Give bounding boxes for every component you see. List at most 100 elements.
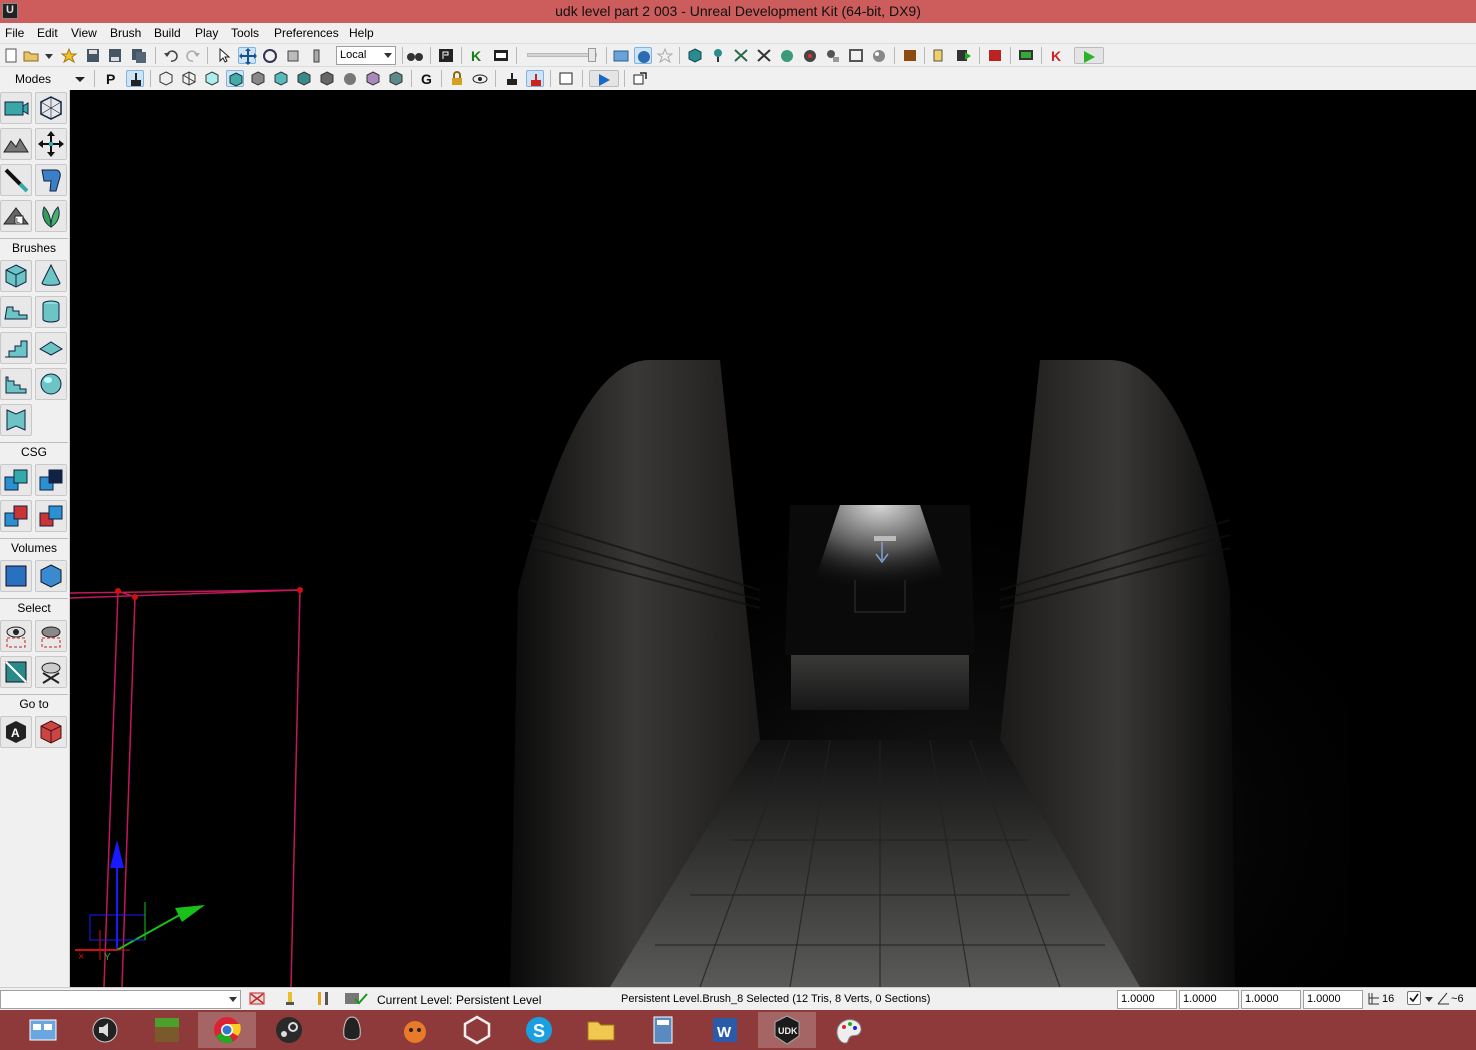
lit-icon[interactable]: [226, 70, 244, 87]
camera-speed-thumb[interactable]: [588, 48, 596, 62]
grid-size-value[interactable]: 16: [1382, 993, 1394, 1005]
viewport-type-icon[interactable]: [126, 70, 144, 87]
linear-stair-brush-icon[interactable]: [0, 332, 32, 364]
cone-brush-icon[interactable]: [35, 260, 67, 292]
menu-file[interactable]: File: [5, 26, 24, 40]
build-lighting-icon[interactable]: [709, 47, 727, 64]
lighting-quality-icon[interactable]: [870, 47, 888, 64]
cube-brush-icon[interactable]: [0, 260, 32, 292]
drag-grid-toggle-icon[interactable]: [248, 990, 266, 1007]
drag-grid-icon[interactable]: [612, 47, 630, 64]
matinee-icon[interactable]: [492, 47, 510, 64]
paint-icon[interactable]: [820, 1012, 878, 1048]
brush-wireframe-icon[interactable]: [157, 70, 175, 87]
angle-icon[interactable]: [1436, 990, 1450, 1007]
move-widget-icon[interactable]: [35, 128, 67, 160]
eye-icon[interactable]: [471, 70, 489, 87]
go-to-actor-icon[interactable]: A: [0, 716, 32, 748]
console-icon[interactable]: [931, 47, 949, 64]
menu-view[interactable]: View: [71, 26, 97, 40]
swarm-icon[interactable]: [824, 47, 842, 64]
explorer-ui-icon[interactable]: [14, 1012, 72, 1048]
camera-speed-slider[interactable]: [527, 53, 597, 57]
light-complexity-icon[interactable]: [295, 70, 313, 87]
udk-icon[interactable]: UDK: [758, 1012, 816, 1048]
calculator-icon[interactable]: [634, 1012, 692, 1048]
inkscape-icon[interactable]: [323, 1012, 381, 1048]
maximize-viewport-icon[interactable]: [557, 70, 575, 87]
lighting-only-shaded-icon[interactable]: [387, 70, 405, 87]
csg-intersect-icon[interactable]: [0, 500, 32, 532]
build-all-icon[interactable]: [778, 47, 796, 64]
lighting-tools-icon[interactable]: [801, 47, 819, 64]
go-to-builder-brush-icon[interactable]: [35, 716, 67, 748]
modes-dropdown-icon[interactable]: [72, 70, 88, 87]
play-button[interactable]: [1074, 47, 1104, 64]
coordinate-system-select[interactable]: Local: [336, 46, 396, 65]
spiral-stair-brush-icon[interactable]: [0, 368, 32, 400]
save-as-icon[interactable]: [106, 47, 124, 64]
undo-icon[interactable]: [162, 47, 180, 64]
game-icon[interactable]: [386, 1012, 444, 1048]
checkout-icon[interactable]: [343, 990, 369, 1007]
float-viewport-icon[interactable]: [631, 70, 649, 87]
current-level-value[interactable]: Persistent Level: [456, 993, 541, 1007]
lighting-only-icon[interactable]: [272, 70, 290, 87]
kismet-debug-icon[interactable]: K: [1048, 47, 1066, 64]
favorites-star-icon[interactable]: [60, 47, 78, 64]
save-icon[interactable]: [84, 47, 102, 64]
menu-brush[interactable]: Brush: [110, 26, 141, 40]
build-paths-icon[interactable]: [732, 47, 750, 64]
cylinder-brush-icon[interactable]: [35, 296, 67, 328]
favorite-star-outline-icon[interactable]: [656, 47, 674, 64]
chrome-icon[interactable]: [198, 1012, 256, 1048]
open-folder-icon[interactable]: [22, 47, 40, 64]
invert-selection-icon[interactable]: [0, 656, 32, 688]
scale-nonuniform-icon[interactable]: [307, 47, 325, 64]
show-selected-icon[interactable]: [0, 620, 32, 652]
terrain-mode-icon[interactable]: [0, 128, 32, 160]
volumetric-brush-icon[interactable]: [0, 404, 32, 436]
recent-files-dropdown-icon[interactable]: [42, 47, 56, 64]
camera-actor-icon[interactable]: [503, 70, 521, 87]
build-geometry-icon[interactable]: [686, 47, 704, 64]
camera-mode-icon[interactable]: [0, 92, 32, 124]
curved-stair-brush-icon[interactable]: [0, 296, 32, 328]
geometry-mode-icon[interactable]: [35, 92, 67, 124]
drag-scale-w-field[interactable]: 1.0000: [1303, 990, 1363, 1009]
unlit-icon[interactable]: [203, 70, 221, 87]
frame-icon[interactable]: [847, 47, 865, 64]
game-stats-icon[interactable]: [901, 47, 919, 64]
play-in-viewport-icon[interactable]: [1017, 47, 1035, 64]
play-in-viewport-button[interactable]: [589, 70, 619, 87]
redo-icon[interactable]: [184, 47, 202, 64]
search-binoculars-icon[interactable]: [406, 47, 424, 64]
realtime-preview-icon[interactable]: [634, 47, 652, 64]
hide-selected-icon[interactable]: [35, 620, 67, 652]
game-view-g-icon[interactable]: G: [418, 70, 436, 87]
drag-scale-x-field[interactable]: 1.0000: [1117, 990, 1177, 1009]
sphere-brush-icon[interactable]: [35, 368, 67, 400]
word-icon[interactable]: W: [696, 1012, 754, 1048]
menu-build[interactable]: Build: [154, 26, 181, 40]
volume-list-icon[interactable]: [35, 560, 67, 592]
content-browser-icon[interactable]: [437, 47, 455, 64]
csg-deintersect-icon[interactable]: [35, 500, 67, 532]
command-input[interactable]: [0, 990, 241, 1009]
foliage-mode-icon[interactable]: [35, 200, 67, 232]
kismet-icon[interactable]: K: [468, 47, 486, 64]
csg-add-icon[interactable]: [0, 464, 32, 496]
texture-brush-icon[interactable]: [0, 164, 32, 196]
landscape-mode-icon[interactable]: L: [0, 200, 32, 232]
menu-edit[interactable]: Edit: [37, 26, 58, 40]
unity-icon[interactable]: [448, 1012, 506, 1048]
drag-scale-y-field[interactable]: 1.0000: [1179, 990, 1239, 1009]
rotation-snap-checkbox[interactable]: [1407, 991, 1421, 1005]
build-cover-icon[interactable]: [755, 47, 773, 64]
menu-play[interactable]: Play: [195, 26, 218, 40]
menu-preferences[interactable]: Preferences: [274, 26, 339, 40]
drag-scale-z-field[interactable]: 1.0000: [1241, 990, 1301, 1009]
select-cursor-icon[interactable]: [215, 47, 233, 64]
play-on-pc-icon[interactable]: [986, 47, 1004, 64]
snap-toggle-icon[interactable]: [314, 990, 332, 1007]
